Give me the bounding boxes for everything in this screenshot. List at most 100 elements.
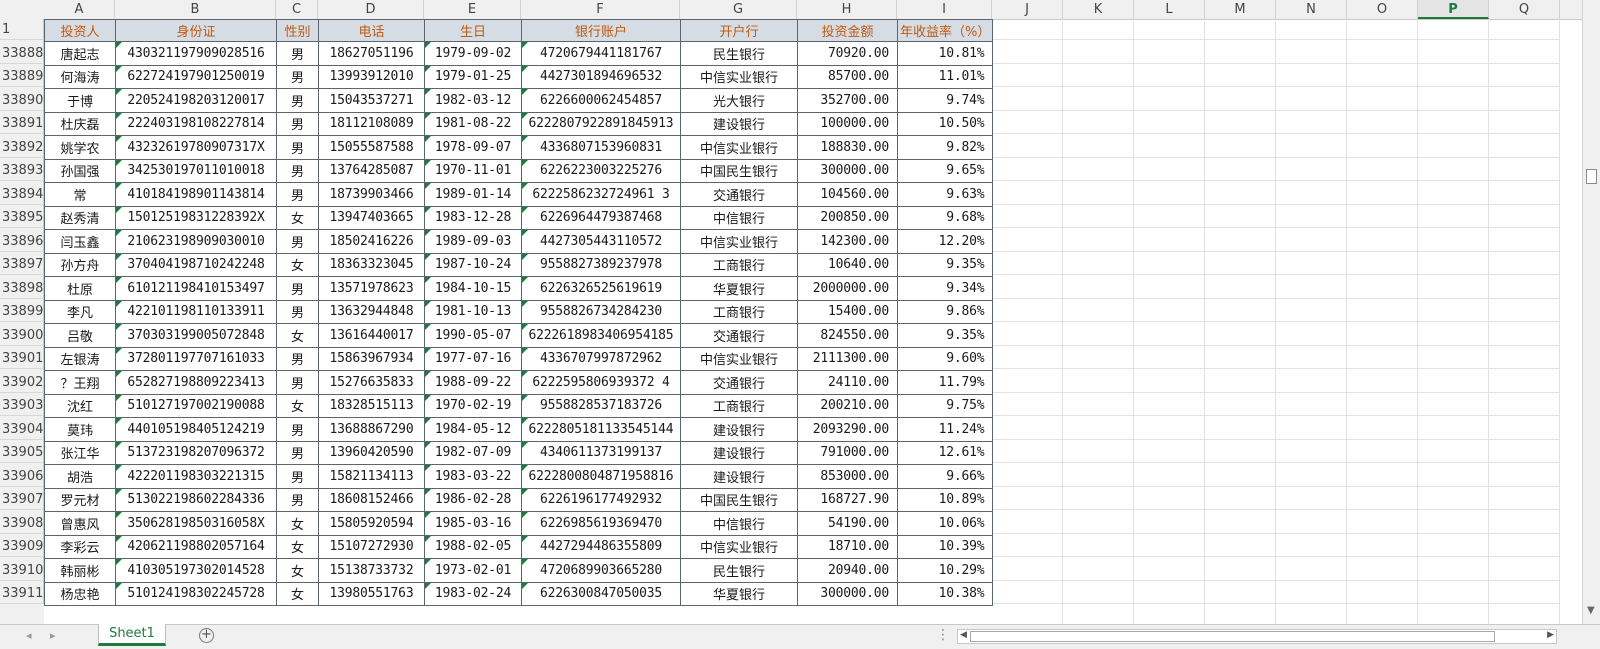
empty-cell[interactable] (1134, 275, 1205, 299)
column-header-e[interactable]: E (424, 0, 521, 19)
empty-cell[interactable] (992, 251, 1063, 275)
empty-cell[interactable] (1063, 275, 1134, 299)
cell-account[interactable]: 4340611373199137 (521, 440, 681, 465)
empty-cell[interactable] (1276, 604, 1347, 624)
empty-cell[interactable] (1347, 345, 1418, 369)
vertical-scroll-thumb[interactable] (1586, 169, 1597, 184)
empty-cell[interactable] (992, 322, 1063, 346)
empty-cell[interactable] (992, 392, 1063, 416)
cell-gender[interactable]: 男 (276, 41, 319, 66)
cell-phone[interactable]: 15276635833 (318, 370, 425, 395)
cell-name[interactable]: 姚学农 (44, 135, 116, 160)
cell-amount[interactable]: 824550.00 (797, 323, 898, 348)
cell-birthday[interactable]: 1982-03-12 (424, 88, 522, 113)
cell-account[interactable]: 4427301894696532 (521, 64, 681, 89)
empty-cell[interactable] (1134, 510, 1205, 534)
empty-cell[interactable] (992, 181, 1063, 205)
column-header-n[interactable]: N (1276, 0, 1347, 19)
header-cell[interactable]: 性别 (276, 19, 319, 42)
cell-rate[interactable]: 10.50% (896, 111, 994, 136)
empty-cell[interactable] (1418, 439, 1489, 463)
cell-gender[interactable]: 男 (276, 229, 319, 254)
cell-account[interactable]: 6226300847050035 (521, 581, 681, 606)
empty-cell[interactable] (1347, 322, 1418, 346)
cell-phone[interactable]: 13571978623 (318, 276, 425, 301)
cell-birthday[interactable]: 1989-01-14 (424, 182, 522, 207)
add-sheet-icon[interactable]: + (199, 628, 214, 643)
row-header[interactable]: 33893 (0, 157, 44, 181)
empty-cell[interactable] (1489, 134, 1560, 158)
empty-cell[interactable] (1063, 533, 1134, 557)
empty-cell[interactable] (1134, 157, 1205, 181)
column-header-k[interactable]: K (1063, 0, 1134, 19)
cell-birthday[interactable]: 1989-09-03 (424, 229, 522, 254)
row-header[interactable]: 33889 (0, 63, 44, 87)
empty-cell[interactable] (1276, 416, 1347, 440)
cell-name[interactable]: 常 (44, 182, 116, 207)
cell-gender[interactable]: 男 (276, 299, 319, 324)
empty-cell[interactable] (1276, 181, 1347, 205)
cell-birthday[interactable]: 1986-02-28 (424, 487, 522, 512)
cell-gender[interactable]: 男 (276, 88, 319, 113)
cell-rate[interactable]: 12.20% (896, 229, 994, 254)
empty-cell[interactable] (1489, 63, 1560, 87)
column-header-p[interactable]: P (1418, 0, 1489, 19)
empty-cell[interactable] (1418, 275, 1489, 299)
cell-id[interactable]: 35062819850316058X (115, 511, 277, 536)
empty-cell[interactable] (1205, 63, 1276, 87)
empty-cell[interactable] (1134, 345, 1205, 369)
empty-cell[interactable] (1063, 486, 1134, 510)
empty-cell[interactable] (1063, 369, 1134, 393)
cell-name[interactable]: 杜庆磊 (44, 111, 116, 136)
header-cell[interactable]: 投资金额 (797, 19, 898, 42)
cell-rate[interactable]: 12.61% (896, 440, 994, 465)
empty-cell[interactable] (992, 369, 1063, 393)
empty-cell[interactable] (1063, 63, 1134, 87)
empty-cell[interactable] (1276, 298, 1347, 322)
empty-cell[interactable] (1134, 322, 1205, 346)
empty-cell[interactable] (1347, 392, 1418, 416)
row-header[interactable]: 33896 (0, 228, 44, 252)
cell-birthday[interactable]: 1979-09-02 (424, 41, 522, 66)
cell-phone[interactable]: 13947403665 (318, 205, 425, 230)
row-header[interactable]: 33895 (0, 204, 44, 228)
header-cell[interactable]: 开户行 (680, 19, 798, 42)
empty-cell[interactable] (1134, 181, 1205, 205)
empty-cell[interactable] (1276, 322, 1347, 346)
cell-account[interactable]: 6222805181133545144 (521, 417, 681, 442)
cell-id[interactable]: 422101198110133911 (115, 299, 277, 324)
empty-cell[interactable] (1276, 463, 1347, 487)
empty-cell[interactable] (1205, 369, 1276, 393)
cell-name[interactable]: 吕敬 (44, 323, 116, 348)
empty-cell[interactable] (1063, 322, 1134, 346)
empty-cell[interactable] (1205, 510, 1276, 534)
empty-cell[interactable] (1063, 580, 1134, 604)
empty-cell[interactable] (1489, 439, 1560, 463)
empty-cell[interactable] (1276, 275, 1347, 299)
empty-cell[interactable] (1347, 463, 1418, 487)
cell-bank[interactable]: 工商银行 (680, 299, 798, 324)
empty-cell[interactable] (992, 40, 1063, 64)
empty-cell[interactable] (1205, 463, 1276, 487)
empty-cell[interactable] (1418, 63, 1489, 87)
cell-account[interactable]: 6226964479387468 (521, 205, 681, 230)
cell-phone[interactable]: 18627051196 (318, 41, 425, 66)
cell-id[interactable]: 410184198901143814 (115, 182, 277, 207)
cell-id[interactable]: 610121198410153497 (115, 276, 277, 301)
cell-name[interactable]: 张江华 (44, 440, 116, 465)
cell-name[interactable]: 韩丽彬 (44, 558, 116, 583)
empty-cell[interactable] (1347, 181, 1418, 205)
horizontal-scroll-thumb[interactable] (970, 631, 1495, 642)
cell-bank[interactable]: 建设银行 (680, 417, 798, 442)
cell-gender[interactable]: 女 (276, 581, 319, 606)
empty-cell[interactable] (1063, 298, 1134, 322)
empty-cell[interactable] (1347, 63, 1418, 87)
cell-id[interactable]: 43232619780907317X (115, 135, 277, 160)
cell-name[interactable]: 何海涛 (44, 64, 116, 89)
cell-name[interactable]: 莫玮 (44, 417, 116, 442)
empty-cell[interactable] (1418, 557, 1489, 581)
cell-rate[interactable]: 9.74% (896, 88, 994, 113)
cell-bank[interactable]: 中国民生银行 (680, 158, 798, 183)
cell-amount[interactable]: 791000.00 (797, 440, 898, 465)
cell-account[interactable]: 6222586232724961 3 (521, 182, 681, 207)
